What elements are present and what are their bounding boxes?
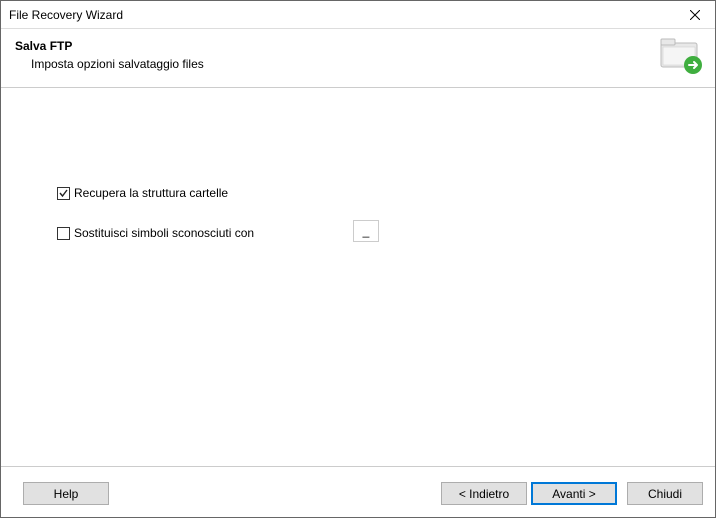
recover-structure-checkbox[interactable] <box>57 187 70 200</box>
close-icon <box>690 10 700 20</box>
window-close-button[interactable] <box>675 1 715 29</box>
titlebar: File Recovery Wizard <box>1 1 715 29</box>
option-recover-structure: Recupera la struttura cartelle <box>57 186 228 200</box>
page-subtitle: Imposta opzioni salvataggio files <box>31 57 701 71</box>
checkmark-icon <box>58 188 69 199</box>
recover-structure-label[interactable]: Recupera la struttura cartelle <box>74 186 228 200</box>
next-button[interactable]: Avanti > <box>531 482 617 505</box>
substitute-character-input[interactable] <box>353 220 379 242</box>
folder-ftp-icon <box>657 35 703 75</box>
window-title: File Recovery Wizard <box>9 8 123 22</box>
help-button[interactable]: Help <box>23 482 109 505</box>
wizard-header: Salva FTP Imposta opzioni salvataggio fi… <box>1 29 715 87</box>
back-button[interactable]: < Indietro <box>441 482 527 505</box>
substitute-symbols-label[interactable]: Sostituisci simboli sconosciuti con <box>74 226 254 240</box>
wizard-footer: Help < Indietro Avanti > Chiudi <box>1 466 715 518</box>
close-button[interactable]: Chiudi <box>627 482 703 505</box>
substitute-symbols-checkbox[interactable] <box>57 227 70 240</box>
option-substitute-symbols: Sostituisci simboli sconosciuti con <box>57 226 254 240</box>
wizard-content: Recupera la struttura cartelle Sostituis… <box>1 88 715 466</box>
page-title: Salva FTP <box>15 39 701 53</box>
